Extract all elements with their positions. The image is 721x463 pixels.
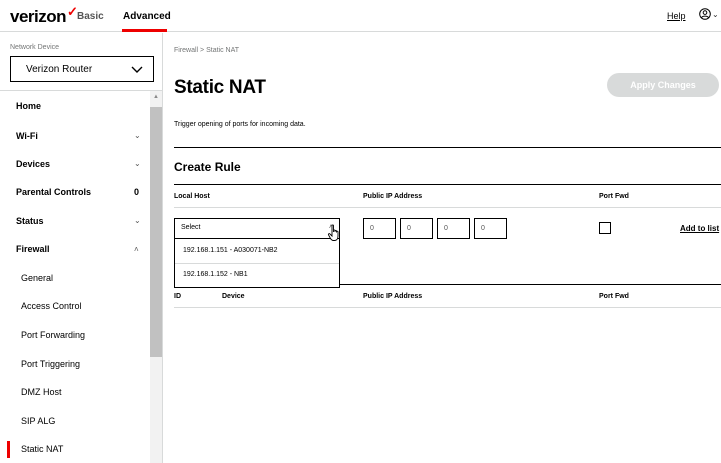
header-row-divider — [174, 207, 721, 208]
user-circle-icon[interactable] — [699, 8, 711, 20]
section-divider — [174, 147, 721, 148]
chevron-down-icon[interactable]: ⌄ — [134, 216, 141, 225]
top-bar: verizon✓ Basic Advanced Help ⌄ — [0, 0, 721, 32]
column-local-host: Local Host — [174, 193, 210, 200]
network-device-select[interactable]: Verizon Router — [10, 56, 154, 82]
network-device-value: Verizon Router — [26, 64, 93, 75]
column-device: Device — [222, 293, 245, 300]
active-tab-indicator — [122, 29, 167, 32]
page-description: Trigger opening of ports for incoming da… — [174, 121, 306, 128]
port-fwd-checkbox[interactable] — [599, 222, 611, 234]
sidebar-item-parental-controls[interactable]: Parental Controls — [16, 187, 91, 197]
ip-octet-2-input[interactable]: 0 — [400, 218, 433, 239]
sidebar-item-firewall[interactable]: Firewall — [16, 244, 50, 254]
logo-check-icon: ✓ — [67, 4, 78, 19]
dropdown-divider — [175, 263, 339, 264]
sidebar: Network Device Verizon Router Home Wi-Fi… — [0, 33, 163, 463]
network-device-label: Network Device — [10, 44, 60, 51]
local-host-select-value: Select — [181, 224, 201, 231]
ip-octet-1-input[interactable]: 0 — [363, 218, 396, 239]
local-host-dropdown: 192.168.1.151 - A030071-NB2 192.168.1.15… — [174, 239, 340, 288]
column-port-fwd: Port Fwd — [599, 193, 629, 200]
sidebar-subitem-static-nat[interactable]: Static NAT — [21, 444, 63, 454]
tab-advanced[interactable]: Advanced — [123, 11, 171, 22]
sidebar-item-wifi[interactable]: Wi-Fi — [16, 131, 38, 141]
ip-octet-4-input[interactable]: 0 — [474, 218, 507, 239]
rules-table-header-divider — [174, 307, 721, 308]
sidebar-subitem-port-triggering[interactable]: Port Triggering — [21, 359, 80, 369]
user-menu-chevron-icon[interactable]: ⌄ — [712, 10, 719, 19]
chevron-up-icon[interactable]: ˄ — [134, 245, 139, 254]
sidebar-subitem-sip-alg[interactable]: SIP ALG — [21, 416, 55, 426]
page-title: Static NAT — [174, 77, 266, 98]
column-port-fwd-list: Port Fwd — [599, 293, 629, 300]
breadcrumb: Firewall > Static NAT — [174, 47, 240, 54]
chevron-down-icon[interactable]: ⌄ — [134, 159, 141, 168]
chevron-down-icon[interactable]: ⌄ — [134, 131, 141, 140]
add-to-list-link[interactable]: Add to list — [680, 224, 719, 233]
column-id: ID — [174, 293, 181, 300]
sidebar-subitem-general[interactable]: General — [21, 273, 53, 283]
hand-cursor-icon — [327, 224, 339, 241]
sidebar-divider — [0, 90, 163, 91]
sidebar-subitem-port-forwarding[interactable]: Port Forwarding — [21, 330, 85, 340]
sidebar-subitem-dmz-host[interactable]: DMZ Host — [21, 387, 62, 397]
sidebar-item-devices[interactable]: Devices — [16, 159, 50, 169]
sidebar-active-indicator — [7, 441, 10, 458]
parental-controls-count: 0 — [134, 187, 140, 197]
sidebar-subitem-access-control[interactable]: Access Control — [21, 301, 82, 311]
column-public-ip-address: Public IP Address — [363, 293, 423, 300]
create-rule-divider — [174, 184, 721, 185]
verizon-logo[interactable]: verizon✓ — [10, 4, 78, 27]
logo-text: verizon — [10, 7, 67, 26]
apply-changes-button[interactable]: Apply Changes — [607, 73, 719, 97]
column-public-ip: Public IP Address — [363, 193, 423, 200]
sidebar-item-home[interactable]: Home — [16, 101, 41, 111]
local-host-select[interactable]: Select ˄ — [174, 218, 340, 239]
chevron-down-icon — [131, 66, 143, 73]
help-link[interactable]: Help — [667, 11, 686, 21]
ip-octet-3-input[interactable]: 0 — [437, 218, 470, 239]
scroll-up-arrow-icon[interactable]: ▲ — [153, 94, 159, 100]
create-rule-title: Create Rule — [174, 160, 241, 174]
dropdown-option[interactable]: 192.168.1.151 - A030071-NB2 — [183, 247, 278, 254]
sidebar-item-status[interactable]: Status — [16, 216, 44, 226]
dropdown-option[interactable]: 192.168.1.152 - NB1 — [183, 271, 248, 278]
tab-basic[interactable]: Basic — [77, 11, 104, 22]
sidebar-scrollbar-thumb[interactable] — [150, 107, 162, 357]
